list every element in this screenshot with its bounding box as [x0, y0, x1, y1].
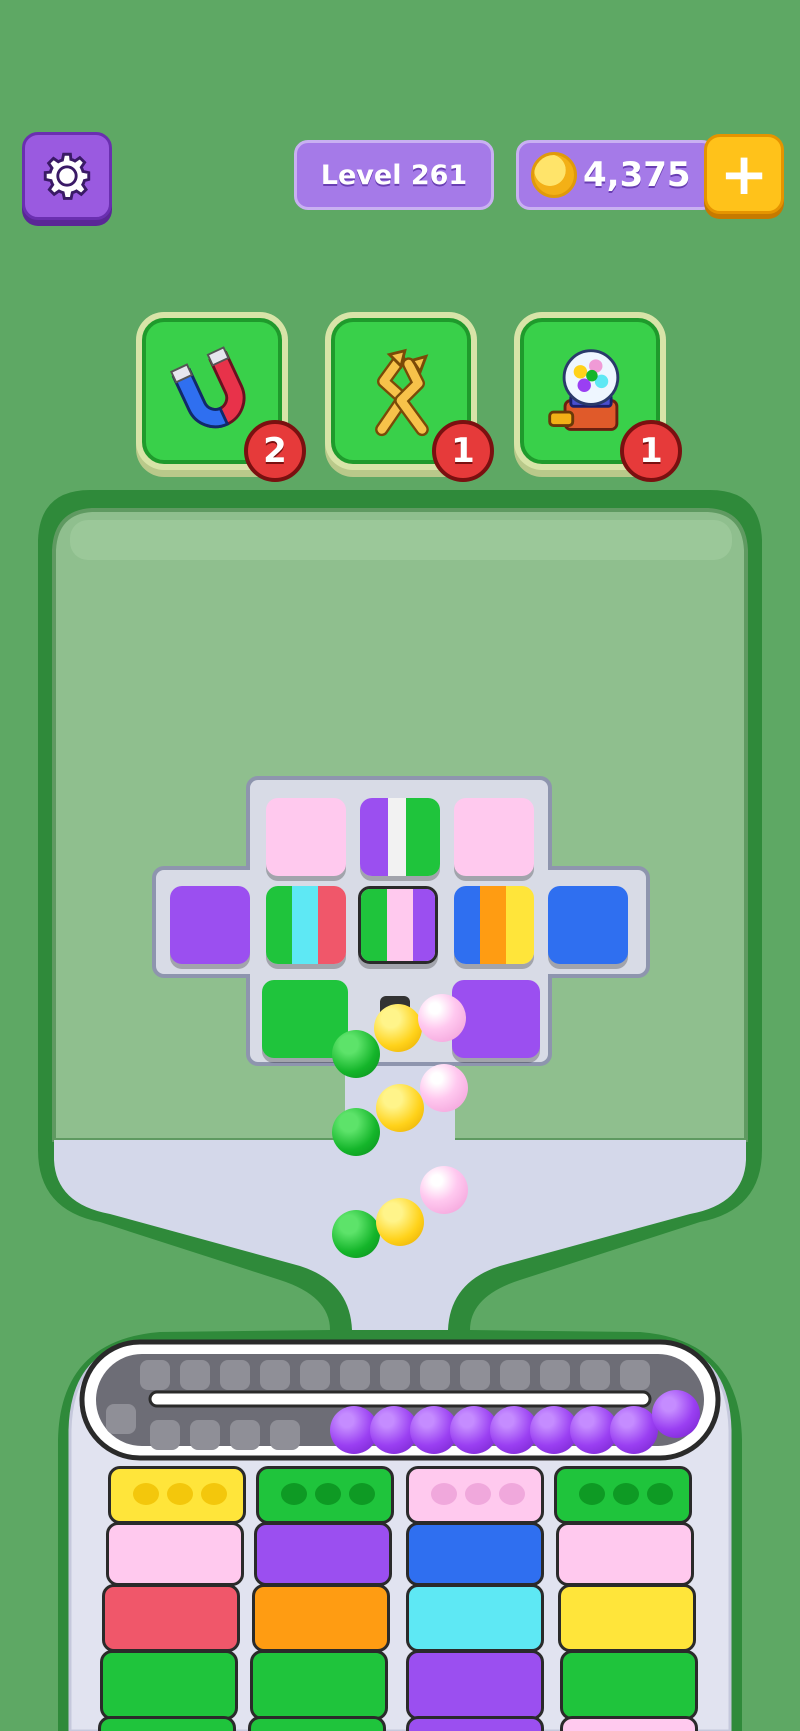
conveyor-slot: [106, 1404, 136, 1434]
ball-yellow: [376, 1198, 424, 1246]
coin-counter: 4,375: [516, 140, 716, 210]
gear-icon: [43, 152, 91, 200]
ball-yellow: [374, 1004, 422, 1052]
conveyor-ball-purple: [652, 1390, 700, 1438]
jar-layer-red: [102, 1584, 240, 1652]
ball-pink: [420, 1064, 468, 1112]
ball-green: [332, 1030, 380, 1078]
jar-column-3[interactable]: [404, 1466, 544, 1731]
jar-lid-pink[interactable]: [406, 1466, 544, 1524]
jar-layer-pink: [556, 1522, 694, 1586]
tile-blue[interactable]: [548, 886, 628, 964]
ball-green: [332, 1108, 380, 1156]
conveyor-slot: [340, 1360, 370, 1390]
jar-column-4[interactable]: [552, 1466, 700, 1731]
tile-purple-white-green[interactable]: [360, 798, 440, 876]
settings-button[interactable]: [22, 132, 112, 220]
conveyor-slot: [230, 1420, 260, 1450]
ball-green: [332, 1210, 380, 1258]
conveyor-ball-purple: [610, 1406, 658, 1454]
conveyor-slot: [580, 1360, 610, 1390]
magnet-count-badge: 2: [244, 420, 306, 482]
conveyor-slot: [180, 1360, 210, 1390]
tile-pink[interactable]: [454, 798, 534, 876]
tile-purple[interactable]: [170, 886, 250, 964]
jar-layer-orange: [252, 1584, 390, 1652]
conveyor-slot: [140, 1360, 170, 1390]
coin-amount: 4,375: [583, 155, 691, 195]
jar-layer-pink: [560, 1716, 698, 1731]
conveyor-slot: [620, 1360, 650, 1390]
conveyor-slot: [270, 1420, 300, 1450]
jar-lid-yellow[interactable]: [108, 1466, 246, 1524]
ball-yellow: [376, 1084, 424, 1132]
ball-pink: [420, 1166, 468, 1214]
level-label: Level 261: [320, 159, 468, 191]
magnet-count: 2: [263, 431, 287, 471]
gumball-machine-icon: [548, 349, 620, 431]
plus-icon: +: [719, 140, 769, 208]
jar-column-2[interactable]: [248, 1466, 394, 1731]
level-indicator: Level 261: [294, 140, 494, 210]
conveyor-slot: [380, 1360, 410, 1390]
tile-green-cyan-red[interactable]: [266, 886, 346, 964]
jar-lid-green[interactable]: [256, 1466, 394, 1524]
jar-layer-yellow: [558, 1584, 696, 1652]
gumball-count: 1: [639, 431, 663, 471]
conveyor-slot: [460, 1360, 490, 1390]
conveyor-slot: [420, 1360, 450, 1390]
jar-layer-green: [98, 1716, 236, 1731]
conveyor-slot: [220, 1360, 250, 1390]
conveyor-slot: [190, 1420, 220, 1450]
tile-green-pink-purple-selected[interactable]: [358, 886, 438, 964]
jar-layer-blue: [406, 1522, 544, 1586]
jar-layer-cyan: [406, 1584, 544, 1652]
shuffle-count-badge: 1: [432, 420, 494, 482]
jar-layer-green: [560, 1650, 698, 1720]
tile-blue-orange-yellow[interactable]: [454, 886, 534, 964]
jar-layer-green: [248, 1716, 386, 1731]
jar-lid-green[interactable]: [554, 1466, 692, 1524]
add-coins-button[interactable]: +: [704, 134, 784, 214]
magnet-icon: [170, 346, 246, 429]
jar-layer-purple: [254, 1522, 392, 1586]
shuffle-arrows-icon: [375, 348, 429, 437]
conveyor-slot: [300, 1360, 330, 1390]
tile-pink[interactable]: [266, 798, 346, 876]
jar-layer-green: [250, 1650, 388, 1720]
ball-pink: [418, 994, 466, 1042]
jar-column-1[interactable]: [98, 1466, 246, 1731]
conveyor-slot: [150, 1420, 180, 1450]
coin-icon: [531, 152, 577, 198]
gumball-count-badge: 1: [620, 420, 682, 482]
jar-layer-purple: [406, 1716, 544, 1731]
jar-layer-pink: [106, 1522, 244, 1586]
shuffle-count: 1: [451, 431, 475, 471]
jar-layer-purple: [406, 1650, 544, 1720]
jar-layer-green: [100, 1650, 238, 1720]
conveyor-slot: [540, 1360, 570, 1390]
conveyor-slot: [500, 1360, 530, 1390]
conveyor-slot: [260, 1360, 290, 1390]
